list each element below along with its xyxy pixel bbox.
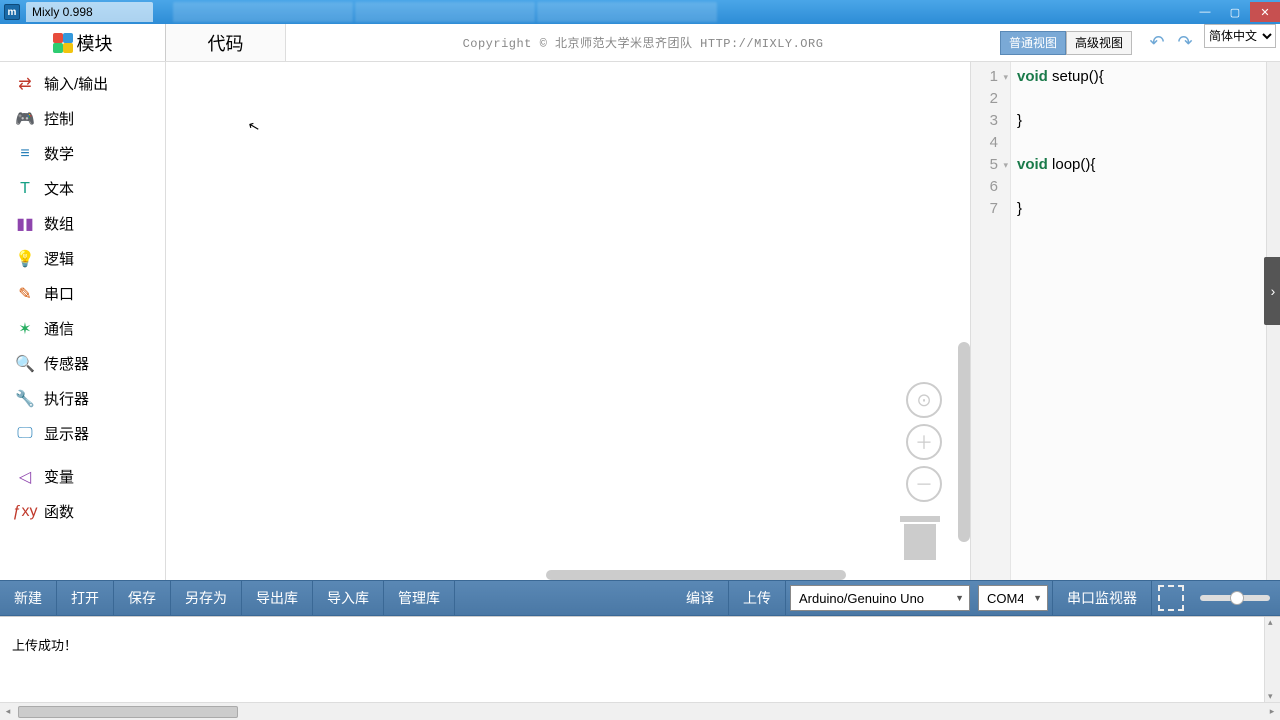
category-0[interactable]: ⇄ 输入/输出 [0,66,165,101]
category-label: 函数 [44,501,74,522]
console-hscroll[interactable]: ◂ ▸ [0,702,1280,720]
open-button[interactable]: 打开 [57,580,114,616]
category-10[interactable]: 🖵 显示器 [0,416,165,451]
category-icon: ▮▮ [14,213,36,235]
category-11[interactable]: ◁ 变量 [0,459,165,494]
view-normal-button[interactable]: 普通视图 [1000,31,1066,55]
category-5[interactable]: 💡 逻辑 [0,241,165,276]
board-select[interactable]: Arduino/Genuino Uno [790,585,970,611]
tab-modules[interactable]: 模块 [0,24,166,61]
category-1[interactable]: 🎮 控制 [0,101,165,136]
category-icon: 💡 [14,248,36,270]
browser-tabs-blur [173,2,717,22]
category-2[interactable]: ≡ 数学 [0,136,165,171]
category-label: 数组 [44,213,74,234]
code-gutter: 1234567 [971,62,1011,580]
speed-slider[interactable] [1200,595,1270,601]
category-label: 控制 [44,108,74,129]
category-4[interactable]: ▮▮ 数组 [0,206,165,241]
category-label: 变量 [44,466,74,487]
workspace-vscroll[interactable] [958,342,970,542]
category-label: 显示器 [44,423,89,444]
zoom-out-button[interactable]: － [906,466,942,502]
code-view: void setup(){ } void loop(){ } [1011,62,1280,580]
language-select[interactable]: 简体中文 [1204,24,1276,48]
category-icon: ≡ [14,143,36,165]
category-12[interactable]: ƒxy 函数 [0,494,165,529]
center-button[interactable]: ⊙ [906,382,942,418]
app-icon: m [4,4,20,20]
port-select[interactable]: COM4 [978,585,1048,611]
category-icon: ✶ [14,318,36,340]
exportlib-button[interactable]: 导出库 [242,580,313,616]
saveas-button[interactable]: 另存为 [171,580,242,616]
tab-modules-label: 模块 [77,30,113,56]
importlib-button[interactable]: 导入库 [313,580,384,616]
workspace-hscroll[interactable] [546,570,846,580]
panel-expand-button[interactable]: › [1264,257,1280,325]
chip-icon [1158,585,1184,611]
new-button[interactable]: 新建 [0,580,57,616]
category-icon: 🖵 [14,423,36,445]
category-sidebar: ⇄ 输入/输出 🎮 控制 ≡ 数学 T 文本 ▮▮ 数组 💡 逻辑 ✎ 串口 ✶ 通信 🔍 传感器 🔧 执行器 🖵 显示器… [0,62,166,580]
category-label: 逻辑 [44,248,74,269]
puzzle-icon [53,33,73,53]
zoom-in-button[interactable]: ＋ [906,424,942,460]
compile-button[interactable]: 编译 [672,580,729,616]
console-vscroll[interactable] [1264,617,1280,702]
trash-icon[interactable] [902,516,938,560]
minimize-button[interactable]: — [1190,2,1220,22]
blockly-workspace[interactable]: ↖ ⊙ ＋ － [166,62,970,580]
category-icon: ✎ [14,283,36,305]
category-label: 输入/输出 [44,73,108,94]
category-label: 通信 [44,318,74,339]
category-label: 传感器 [44,353,89,374]
category-icon: 🔧 [14,388,36,410]
category-7[interactable]: ✶ 通信 [0,311,165,346]
category-label: 执行器 [44,388,89,409]
save-button[interactable]: 保存 [114,580,171,616]
category-8[interactable]: 🔍 传感器 [0,346,165,381]
category-icon: ƒxy [14,501,36,523]
category-icon: ⇄ [14,73,36,95]
category-3[interactable]: T 文本 [0,171,165,206]
close-button[interactable]: ✕ [1250,2,1280,22]
category-9[interactable]: 🔧 执行器 [0,381,165,416]
maximize-button[interactable]: ▢ [1220,2,1250,22]
copyright-text: Copyright © 北京师范大学米思齐团队 HTTP://MIXLY.ORG [286,24,1000,61]
category-label: 串口 [44,283,74,304]
category-icon: 🎮 [14,108,36,130]
window-title: Mixly 0.998 [26,2,153,22]
serial-monitor-button[interactable]: 串口监视器 [1052,580,1152,616]
category-6[interactable]: ✎ 串口 [0,276,165,311]
category-label: 数学 [44,143,74,164]
view-advanced-button[interactable]: 高级视图 [1066,31,1132,55]
managelib-button[interactable]: 管理库 [384,580,455,616]
undo-button[interactable]: ↶ [1146,32,1168,54]
upload-button[interactable]: 上传 [729,580,786,616]
window-titlebar: m Mixly 0.998 — ▢ ✕ [0,0,1280,24]
category-icon: ◁ [14,466,36,488]
category-icon: T [14,178,36,200]
cursor-icon: ↖ [246,117,262,136]
console-message: 上传成功！ [12,638,77,653]
code-panel: 1234567 void setup(){ } void loop(){ } › [970,62,1280,580]
redo-button[interactable]: ↷ [1174,32,1196,54]
top-toolbar: 模块 代码 Copyright © 北京师范大学米思齐团队 HTTP://MIX… [0,24,1280,62]
tab-code[interactable]: 代码 [166,24,286,61]
bottom-toolbar: 新建 打开 保存 另存为 导出库 导入库 管理库 编译 上传 Arduino/G… [0,580,1280,616]
console-panel: 上传成功！ [0,616,1280,702]
category-icon: 🔍 [14,353,36,375]
category-label: 文本 [44,178,74,199]
tab-code-label: 代码 [208,30,244,56]
